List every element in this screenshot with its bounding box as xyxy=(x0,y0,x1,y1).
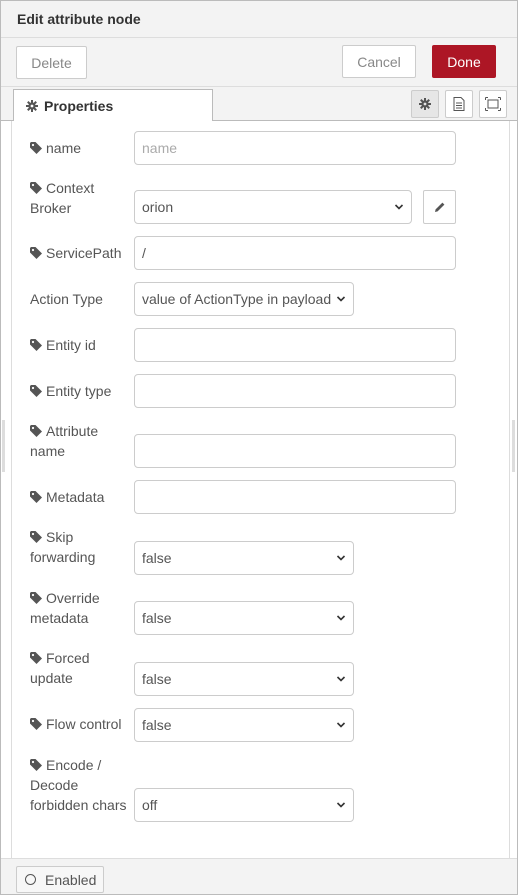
encode-decode-label: Encode / Decode forbidden chars xyxy=(30,757,127,813)
pencil-icon xyxy=(434,202,444,212)
gear-icon xyxy=(419,98,431,110)
chevron-down-icon xyxy=(336,296,346,302)
chevron-down-icon xyxy=(336,555,346,561)
chevron-down-icon xyxy=(336,676,346,682)
attribute-name-label: Attribute name xyxy=(30,423,99,459)
forced-update-label: Forced update xyxy=(30,650,90,686)
gear-icon xyxy=(26,99,38,112)
entity-type-input[interactable] xyxy=(134,374,456,408)
tray-title: Edit attribute node xyxy=(17,11,141,27)
tag-icon xyxy=(30,142,42,154)
toggle-circle-icon xyxy=(25,874,36,885)
skip-forwarding-value: false xyxy=(142,550,172,566)
tag-icon xyxy=(30,385,42,397)
tag-icon xyxy=(30,491,42,503)
flow-control-value: false xyxy=(142,717,172,733)
resize-handle-right[interactable] xyxy=(512,420,515,472)
appearance-icon xyxy=(485,97,501,111)
context-broker-select[interactable]: orion xyxy=(134,190,412,224)
tray-toolbar: Delete Cancel Done xyxy=(1,38,517,87)
metadata-label: Metadata xyxy=(30,487,104,507)
encode-decode-select[interactable]: off xyxy=(134,788,354,822)
service-path-label: ServicePath xyxy=(30,243,121,263)
action-type-select[interactable]: value of ActionType in payload xyxy=(134,282,354,316)
enabled-label: Enabled xyxy=(45,871,97,888)
attribute-name-input[interactable] xyxy=(134,434,456,468)
entity-id-label: Entity id xyxy=(30,335,96,355)
action-type-label: Action Type xyxy=(30,291,103,307)
chevron-down-icon xyxy=(394,204,404,210)
encode-decode-value: off xyxy=(142,797,158,813)
forced-update-value: false xyxy=(142,671,172,687)
cancel-button[interactable]: Cancel xyxy=(342,45,416,78)
flow-control-select[interactable]: false xyxy=(134,708,354,742)
name-input[interactable] xyxy=(134,131,456,165)
tag-icon xyxy=(30,759,42,771)
flow-control-label: Flow control xyxy=(30,714,121,734)
entity-type-label: Entity type xyxy=(30,381,111,401)
chevron-down-icon xyxy=(336,722,346,728)
action-type-value: value of ActionType in payload xyxy=(142,291,332,307)
forced-update-select[interactable]: false xyxy=(134,662,354,696)
chevron-down-icon xyxy=(336,615,346,621)
tray-footer: Enabled xyxy=(1,858,517,894)
tray-header: Edit attribute node xyxy=(1,1,517,38)
tag-icon xyxy=(30,425,42,437)
tab-properties-label: Properties xyxy=(44,97,114,114)
edit-node-tray: Edit attribute node Delete Cancel Done P… xyxy=(0,0,518,895)
resize-handle-left[interactable] xyxy=(2,420,5,472)
tab-description[interactable] xyxy=(445,90,473,118)
context-broker-value: orion xyxy=(142,199,174,215)
tabs-bar: Properties xyxy=(1,87,517,122)
tag-icon xyxy=(30,247,42,259)
skip-forwarding-label: Skip forwarding xyxy=(30,529,96,565)
override-metadata-value: false xyxy=(142,610,172,626)
metadata-input[interactable] xyxy=(134,480,456,514)
chevron-down-icon xyxy=(336,802,346,808)
override-metadata-label: Override metadata xyxy=(30,590,100,626)
tag-icon xyxy=(30,531,42,543)
enabled-toggle[interactable]: Enabled xyxy=(16,866,104,893)
service-path-input[interactable] xyxy=(134,236,456,270)
tag-icon xyxy=(30,652,42,664)
skip-forwarding-select[interactable]: false xyxy=(134,541,354,575)
tag-icon xyxy=(30,718,42,730)
description-icon xyxy=(453,97,465,111)
tag-icon xyxy=(30,592,42,604)
tab-settings[interactable] xyxy=(411,90,439,118)
done-button[interactable]: Done xyxy=(432,45,496,78)
delete-button[interactable]: Delete xyxy=(16,46,87,79)
name-label: name xyxy=(30,138,81,158)
context-broker-label: Context Broker xyxy=(30,180,95,216)
entity-id-input[interactable] xyxy=(134,328,456,362)
tab-appearance[interactable] xyxy=(479,90,507,118)
tag-icon xyxy=(30,339,42,351)
edit-config-button[interactable] xyxy=(423,190,456,224)
override-metadata-select[interactable]: false xyxy=(134,601,354,635)
tag-icon xyxy=(30,182,42,194)
tab-properties[interactable]: Properties xyxy=(13,89,213,122)
